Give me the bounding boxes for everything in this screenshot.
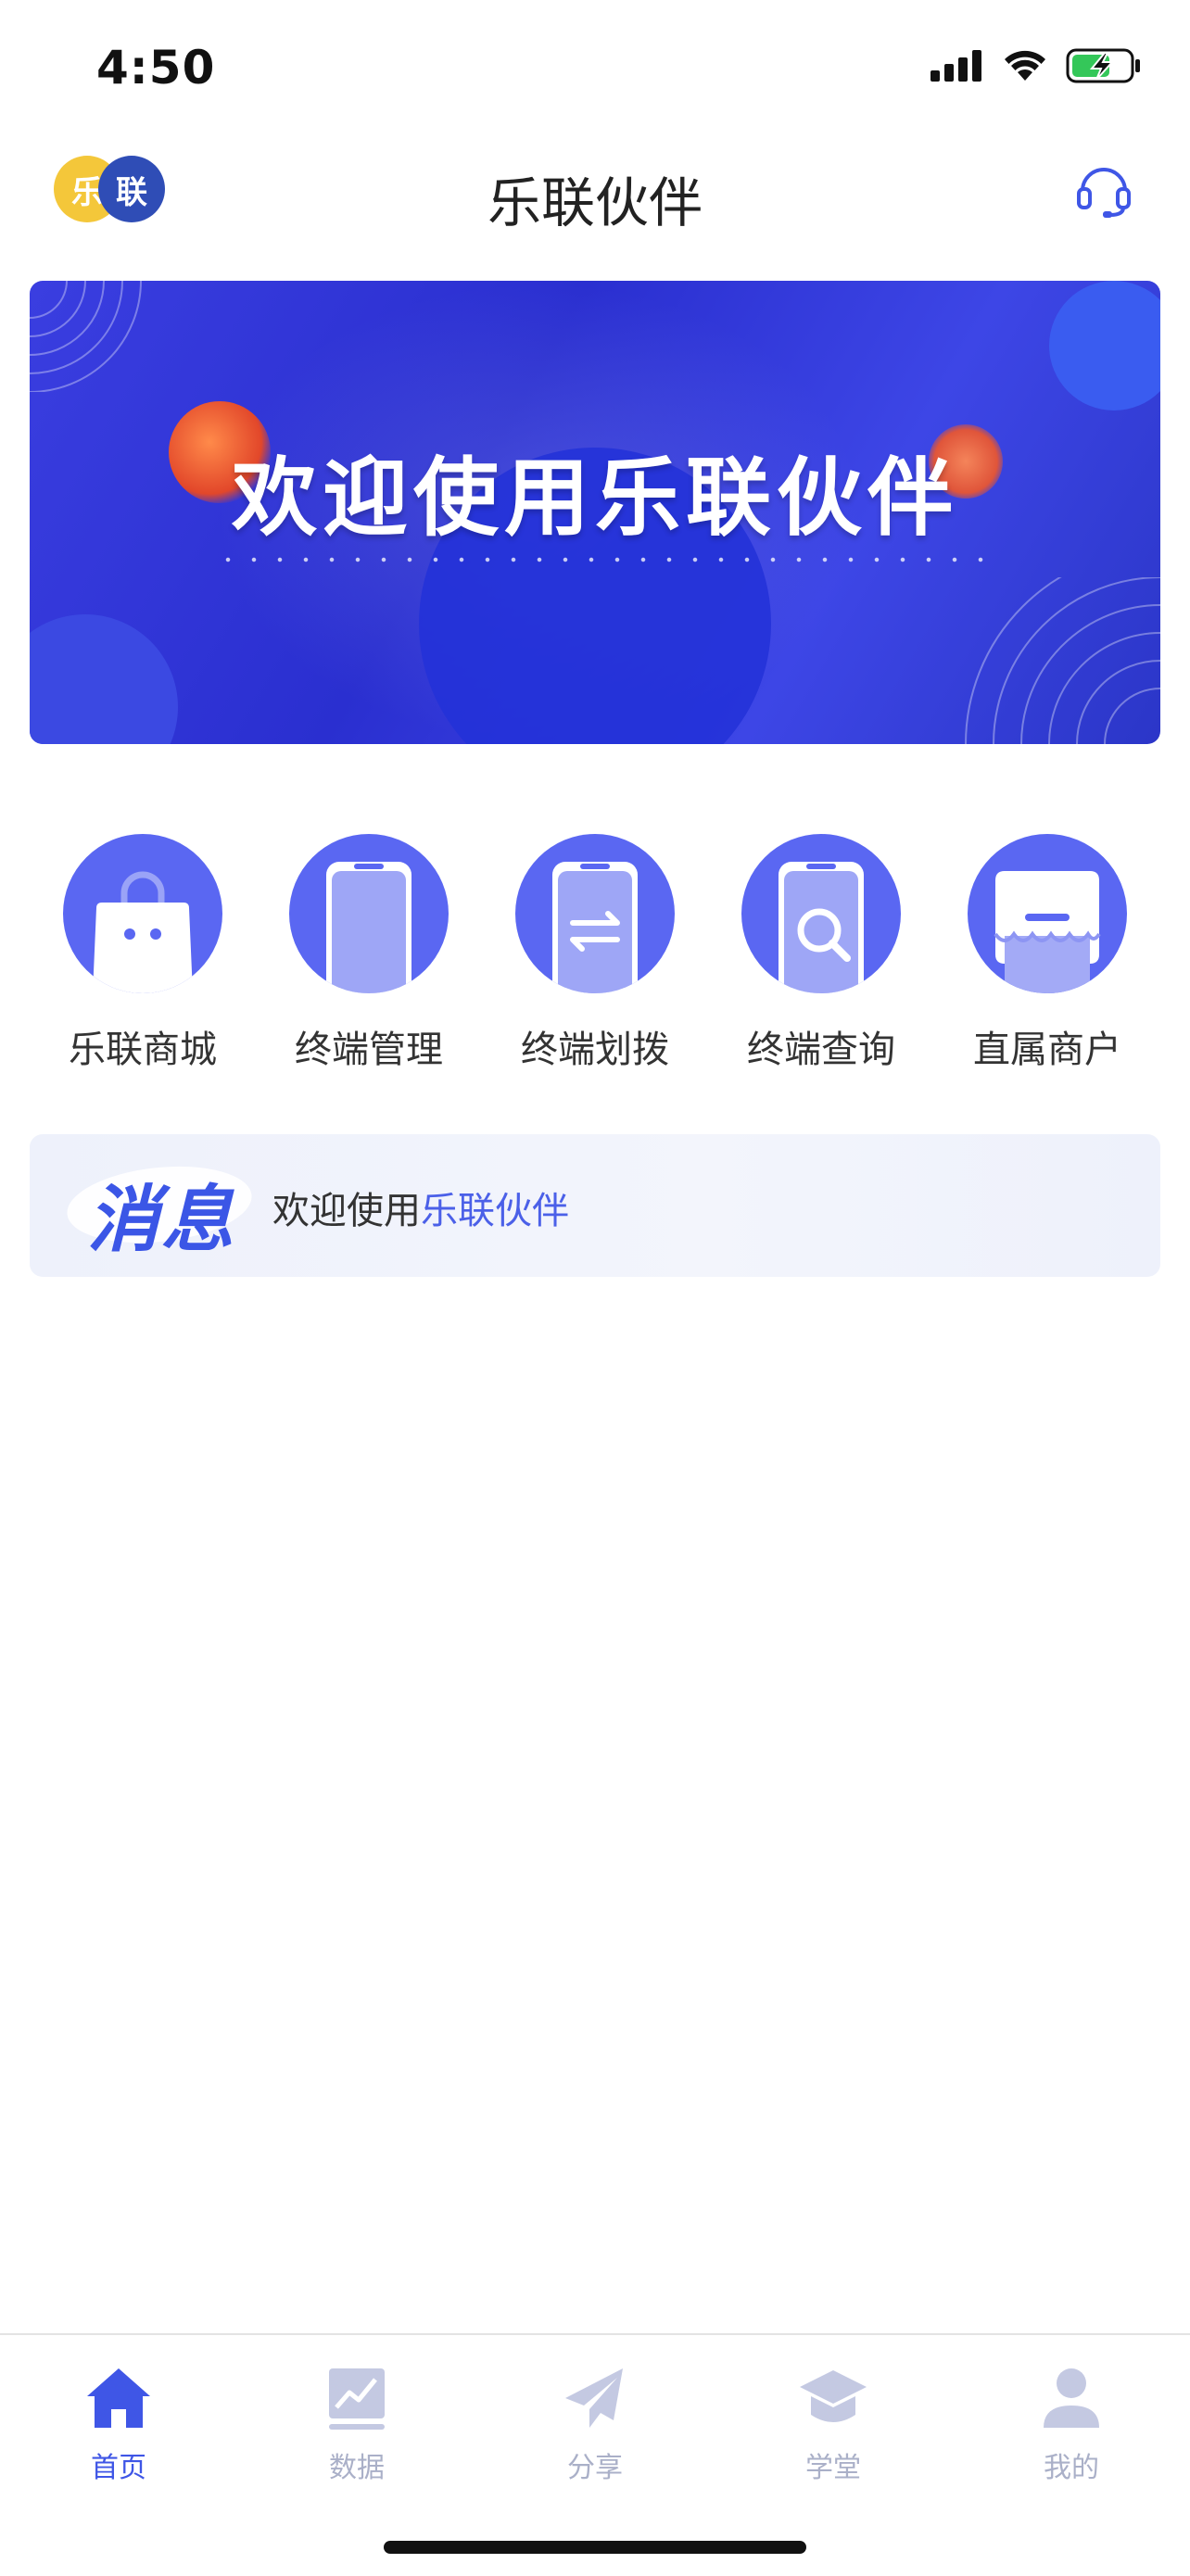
banner-rings-top-left <box>30 281 142 392</box>
message-notice-bar[interactable]: 消息 欢迎使用乐联伙伴 <box>30 1134 1160 1277</box>
paper-plane-icon <box>565 2368 623 2428</box>
feature-label: 直属商户 <box>973 1029 1121 1071</box>
chart-icon <box>329 2368 385 2430</box>
feature-grid: 乐联商城 终端管理 终端划拨 终端查询 直属商户 <box>0 834 1190 1084</box>
status-icons <box>930 48 1142 83</box>
home-indicator[interactable] <box>384 2541 806 2554</box>
home-icon <box>87 2368 150 2428</box>
tab-label: 分享 <box>567 2452 623 2484</box>
tab-data[interactable]: 数据 <box>238 2335 475 2484</box>
message-text-highlight: 乐联伙伴 <box>421 1190 569 1232</box>
tab-academy[interactable]: 学堂 <box>715 2335 952 2484</box>
device-icon <box>289 834 449 993</box>
bottom-tab-bar: 首页 数据 分享 学堂 我的 <box>0 2333 1190 2576</box>
battery-charging-icon <box>1066 48 1140 83</box>
feature-label: 终端划拨 <box>521 1029 669 1071</box>
tab-label: 我的 <box>1044 2452 1099 2484</box>
banner-title: 欢迎使用乐联伙伴 <box>231 448 958 548</box>
tab-label: 学堂 <box>805 2452 861 2484</box>
shopping-bag-icon <box>63 834 222 993</box>
tab-label: 数据 <box>329 2452 385 2484</box>
status-bar: 4:50 <box>0 0 1190 139</box>
feature-mall[interactable]: 乐联商城 <box>32 834 254 1084</box>
app-header: 乐 联 乐联伙伴 <box>0 139 1190 241</box>
banner-shape <box>1049 281 1160 410</box>
tab-profile[interactable]: 我的 <box>953 2335 1190 2484</box>
feature-label: 乐联商城 <box>69 1029 217 1071</box>
feature-terminal-management[interactable]: 终端管理 <box>258 834 480 1084</box>
tab-home[interactable]: 首页 <box>0 2335 237 2484</box>
welcome-banner[interactable]: 欢迎使用乐联伙伴 <box>30 281 1160 744</box>
banner-rings-bottom-right <box>965 577 1160 744</box>
tab-share[interactable]: 分享 <box>476 2335 714 2484</box>
headset-icon[interactable] <box>1073 159 1134 221</box>
store-icon <box>968 834 1127 993</box>
graduation-cap-icon <box>800 2370 867 2422</box>
cellular-signal-icon <box>930 50 981 82</box>
page-title: 乐联伙伴 <box>487 171 703 234</box>
message-text: 欢迎使用乐联伙伴 <box>272 1181 569 1234</box>
message-text-prefix: 欢迎使用 <box>272 1190 421 1232</box>
message-title: 消息 <box>87 1179 236 1262</box>
status-time: 4:50 <box>96 41 216 95</box>
feature-terminal-query[interactable]: 终端查询 <box>710 834 932 1084</box>
banner-shape <box>30 614 178 744</box>
user-icon <box>1044 2368 1099 2428</box>
transfer-icon <box>515 834 675 993</box>
feature-label: 终端管理 <box>295 1029 443 1071</box>
search-device-icon <box>741 834 901 993</box>
feature-label: 终端查询 <box>747 1029 895 1071</box>
feature-terminal-transfer[interactable]: 终端划拨 <box>484 834 706 1084</box>
tab-label: 首页 <box>91 2452 146 2484</box>
wifi-icon <box>1005 50 1045 81</box>
banner-dotted-line <box>215 557 984 562</box>
feature-direct-merchants[interactable]: 直属商户 <box>936 834 1158 1084</box>
